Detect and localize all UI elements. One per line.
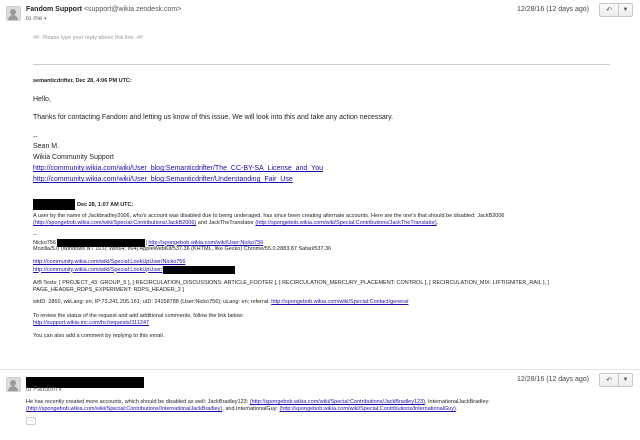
sender-avatar xyxy=(6,6,21,21)
message1-actions: ↶ ▼ xyxy=(599,3,633,17)
ab-tests: A/B Tests: [ PROJECT_43: GROUP_5 ], [ RE… xyxy=(33,280,550,293)
report-dash: -- xyxy=(33,232,37,238)
sender-email: <support@wikia.zendesk.com> xyxy=(83,6,182,13)
reply-button-2[interactable]: ↶ xyxy=(599,373,619,387)
message2-body: He has recently created more accounts, w… xyxy=(26,399,606,413)
wiki-info: wkID: 2860, wkLang: en; IP:73.241.205.16… xyxy=(33,299,270,305)
signature-title: Wikia Community Support xyxy=(33,154,114,161)
lookup-link-nicko756[interactable]: http://community.wikia.com/wiki/Special:… xyxy=(33,259,185,265)
message2-date: 12/28/16 (12 days ago) xyxy=(517,376,589,383)
reply-arrow-icon: ↶ xyxy=(606,377,612,384)
report-mid: and JackTheTranslator xyxy=(197,220,254,226)
user-comment-header: Dec 28, 1:07 AM UTC: xyxy=(33,199,133,210)
message2-link-jackbradley123[interactable]: (http://spongebob.wikia.com/wiki/Special… xyxy=(250,399,425,405)
more-options-button[interactable]: ▼ xyxy=(619,3,633,17)
chevron-down-icon: ▼ xyxy=(622,7,629,13)
recipient2-dropdown-icon[interactable]: ▾ xyxy=(59,387,62,393)
show-trimmed-content-button[interactable]: ... xyxy=(26,417,37,425)
message2-actions: ↶ ▼ xyxy=(599,373,633,387)
message2-text-d: . xyxy=(455,406,458,412)
chevron-down-icon: ▼ xyxy=(622,377,629,383)
signature-name: Sean M. xyxy=(33,143,60,150)
greeting: Hello, xyxy=(33,96,51,103)
thanks-text: Thanks for contacting Fandom and letting… xyxy=(33,114,394,121)
more-options-button-2[interactable]: ▼ xyxy=(619,373,633,387)
message2-text-b: , InternationalJackBradley: xyxy=(424,399,490,405)
sender-name: Fandom Support xyxy=(26,6,82,13)
add-comment-text: You can also add a comment by replying t… xyxy=(33,333,165,339)
recipient2-line[interactable]: to Fandom ▾ xyxy=(26,386,61,393)
message-date: 12/28/16 (12 days ago) xyxy=(517,6,589,13)
reply-above-line: ##- Please type your reply above this li… xyxy=(33,35,144,41)
divider xyxy=(33,64,610,65)
reply-arrow-icon: ↶ xyxy=(606,7,612,14)
message2-link-internationalguy[interactable]: (http://spongebob.wikia.com/wiki/Special… xyxy=(279,406,455,412)
recipient-label: to me xyxy=(26,15,43,22)
recipient-dropdown-icon[interactable]: ▾ xyxy=(44,16,47,22)
report-paragraph: A user by the name of Jackbradley2006, w… xyxy=(33,213,608,227)
lookup-link-redacted[interactable]: http://community.wikia.com/wiki/Special:… xyxy=(33,267,163,274)
referral-link[interactable]: http://spongebob.wikia.com/wiki/Special:… xyxy=(271,299,408,305)
reply-button[interactable]: ↶ xyxy=(599,3,619,17)
redacted-lookup-user xyxy=(162,266,235,274)
message-separator xyxy=(0,369,640,370)
message2-text-c: , and InternationalGuy: xyxy=(222,406,278,412)
report-text: A user by the name of Jackbradley2006, w… xyxy=(33,213,505,219)
report-link-jackb2006[interactable]: (http://spongebob.wikia.com/wiki/Special… xyxy=(33,220,196,226)
report-end: . xyxy=(436,220,439,226)
signature-link-license[interactable]: http://community.wikia.com/wiki/User_blo… xyxy=(33,165,323,172)
report-link-jackthetranslator[interactable]: (http://spongebob.wikia.com/wiki/Special… xyxy=(255,220,436,226)
review-link[interactable]: http://support.wikia-inc.com/hc/requests… xyxy=(33,320,149,326)
agent-comment-header: semanticdrifter, Dec 28, 4:06 PM UTC: xyxy=(33,78,132,84)
recipient2-label: to Fandom xyxy=(26,386,58,393)
user-comment-date: Dec 28, 1:07 AM UTC: xyxy=(77,201,134,208)
message2-link-internationaljackbradley[interactable]: (http://spongebob.wikia.com/wiki/Special… xyxy=(26,406,222,412)
signature-link-fair-use[interactable]: http://community.wikia.com/wiki/User_blo… xyxy=(33,176,293,183)
sender2-avatar xyxy=(6,377,21,392)
wiki-info-line: wkID: 2860, wkLang: en; IP:73.241.205.16… xyxy=(33,299,408,306)
review-text: To review the status of the request and … xyxy=(33,313,244,319)
redacted-username xyxy=(33,199,75,210)
sender-line[interactable]: Fandom Support <support@wikia.zendesk.co… xyxy=(26,6,181,13)
recipient-line[interactable]: to me ▾ xyxy=(26,15,47,22)
message2-text-a: He has recently created more accounts, w… xyxy=(26,399,249,405)
user-agent: Mozilla/5.0 (Windows NT 10.0; Win64; x64… xyxy=(33,246,332,252)
